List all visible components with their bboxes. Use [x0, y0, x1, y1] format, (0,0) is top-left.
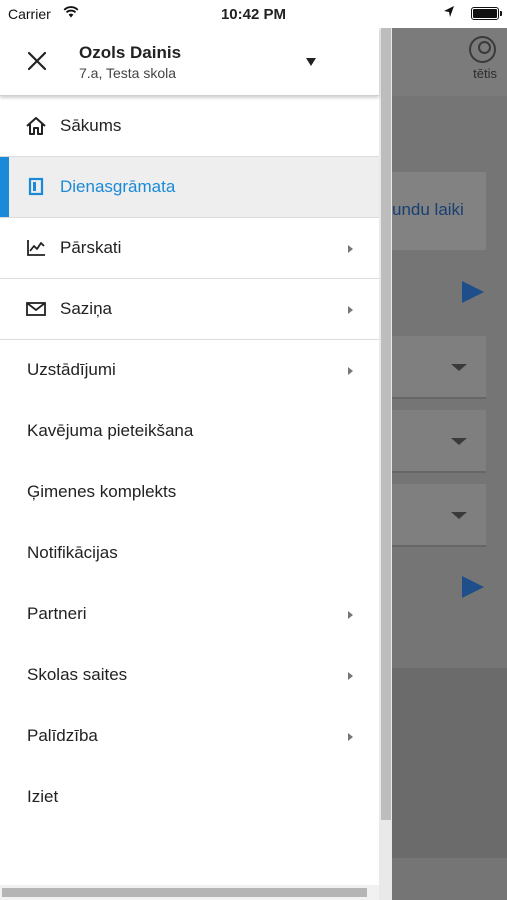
background-card-text: undu laiki	[392, 200, 464, 219]
background-select[interactable]	[392, 410, 486, 473]
menu-item-parskati[interactable]: Pārskati	[0, 218, 379, 279]
background-select[interactable]	[392, 336, 486, 399]
chevron-right-icon	[348, 672, 353, 680]
envelope-icon	[25, 298, 47, 320]
chevron-right-icon	[348, 733, 353, 741]
horizontal-scrollbar-thumb[interactable]	[2, 888, 367, 897]
menu-item-label: Saziņa	[60, 299, 112, 318]
menu-item-label: Kavējuma pieteikšana	[27, 421, 194, 440]
home-icon	[25, 115, 47, 137]
menu-item-label: Iziet	[27, 787, 59, 806]
menu-item-gimenes-komplekts[interactable]: Ģimenes komplekts	[0, 462, 379, 523]
menu-item-notifikacijas[interactable]: Notifikācijas	[0, 523, 379, 584]
drawer-header: Ozols Dainis 7.a, Testa skola	[0, 28, 379, 96]
menu-item-label: Notifikācijas	[27, 543, 118, 562]
user-class: 7.a, Testa skola	[79, 65, 177, 81]
location-arrow-icon	[443, 5, 455, 22]
chart-icon	[25, 237, 47, 259]
menu-item-kavejuma-pieteiksana[interactable]: Kavējuma pieteikšana	[0, 401, 379, 462]
menu-item-label: Skolas saites	[27, 665, 128, 684]
menu-item-sakums[interactable]: Sākums	[0, 96, 379, 157]
menu-item-dienasgramata[interactable]: Dienasgrāmata	[0, 157, 379, 218]
menu-item-label: Dienasgrāmata	[60, 177, 176, 196]
background-header: tētis	[392, 28, 507, 96]
play-arrow-icon[interactable]	[462, 576, 484, 598]
background-footer	[392, 668, 507, 858]
menu-item-label: Palīdzība	[27, 726, 98, 745]
book-icon	[25, 176, 47, 198]
menu-item-sazina[interactable]: Saziņa	[0, 279, 379, 340]
menu-item-iziet[interactable]: Iziet	[0, 767, 379, 828]
menu-item-uzstadijumi[interactable]: Uzstādījumi	[0, 340, 379, 401]
background-user-label: tētis	[473, 66, 497, 81]
play-arrow-icon[interactable]	[462, 281, 484, 303]
clock: 10:42 PM	[220, 6, 287, 23]
menu-item-label: Pārskati	[60, 238, 122, 257]
menu-item-partneri[interactable]: Partneri	[0, 584, 379, 645]
chevron-right-icon	[348, 367, 353, 375]
status-bar: Carrier 10:42 PM	[0, 0, 507, 28]
menu-item-label: Uzstādījumi	[27, 360, 116, 379]
background-card: undu laiki	[392, 172, 486, 250]
menu-item-label: Sākums	[60, 116, 122, 135]
chevron-right-icon	[348, 306, 353, 314]
background-select[interactable]	[392, 484, 486, 547]
close-icon[interactable]	[26, 50, 48, 72]
user-name: Ozols Dainis	[79, 43, 182, 62]
vertical-scrollbar-thumb[interactable]	[381, 28, 391, 820]
menu-item-skolas-saites[interactable]: Skolas saites	[0, 645, 379, 706]
user-avatar-icon[interactable]	[469, 36, 496, 63]
menu-item-label: Partneri	[27, 604, 87, 623]
drawer-menu: Sākums Dienasgrāmata Pārskati Saziņa Uzs…	[0, 96, 379, 828]
menu-item-label: Ģimenes komplekts	[27, 482, 177, 501]
battery-icon	[471, 7, 502, 20]
navigation-drawer: Ozols Dainis 7.a, Testa skola Sākums Die…	[0, 28, 392, 900]
chevron-right-icon	[348, 611, 353, 619]
chevron-down-icon[interactable]	[306, 58, 316, 66]
chevron-right-icon	[348, 245, 353, 253]
menu-item-palidziba[interactable]: Palīdzība	[0, 706, 379, 767]
